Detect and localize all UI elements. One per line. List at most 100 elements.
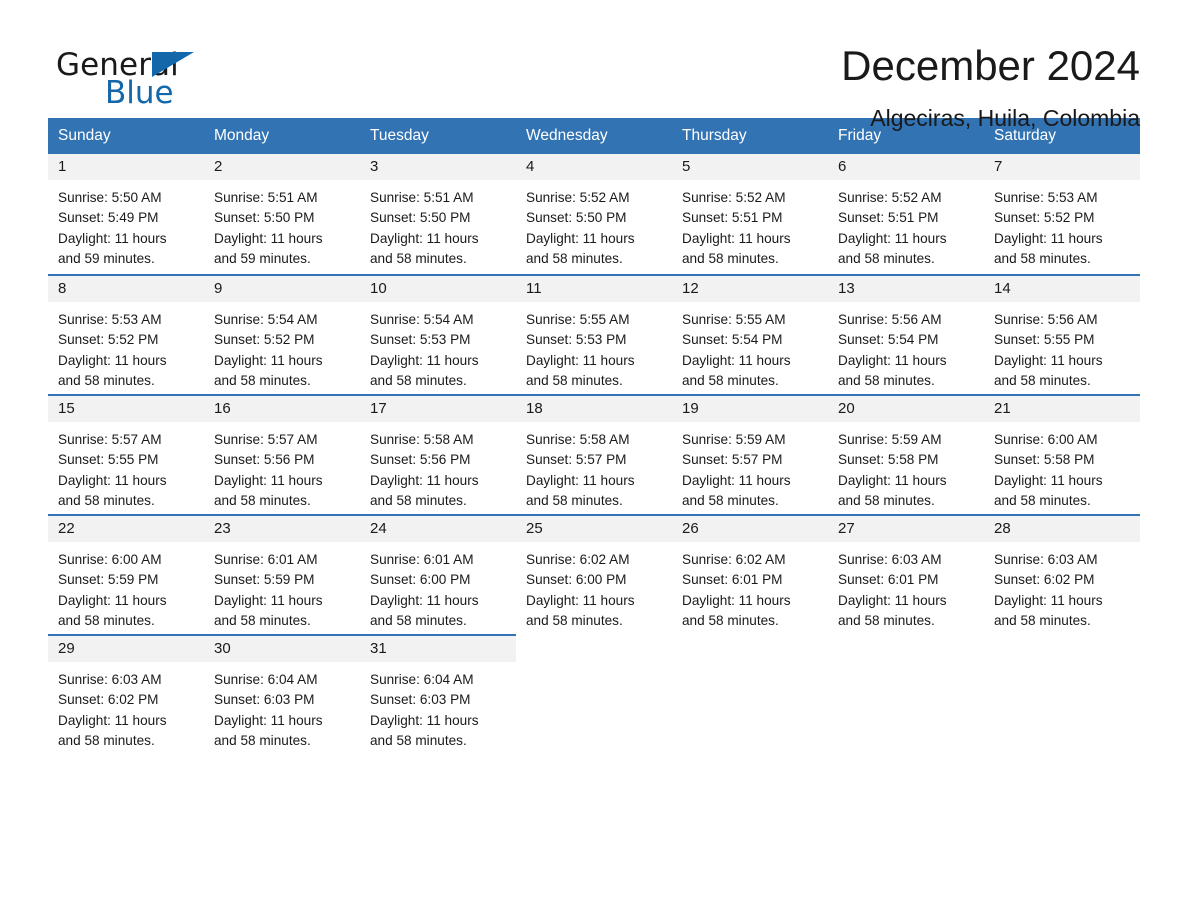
day-details: Sunrise: 5:51 AM Sunset: 5:50 PM Daylight:… xyxy=(360,180,516,269)
calendar-day[interactable]: 2 Sunrise: 5:51 AM Sunset: 5:50 PM Daylight… xyxy=(204,154,360,274)
sunrise-text: Sunrise: 5:55 AM xyxy=(526,312,630,327)
day-number xyxy=(828,636,984,662)
calendar-day-cell: 20 Sunrise: 5:59 AM Sunset: 5:58 PM Dayligh… xyxy=(828,394,984,514)
calendar-day[interactable]: 21 Sunrise: 6:00 AM Sunset: 5:58 PM Dayligh… xyxy=(984,394,1140,514)
calendar-day[interactable]: 15 Sunrise: 5:57 AM Sunset: 5:55 PM Dayligh… xyxy=(48,394,204,514)
daylight-text-line1: Daylight: 11 hours xyxy=(838,472,947,488)
calendar-day-cell: 8 Sunrise: 5:53 AM Sunset: 5:52 PM Daylight… xyxy=(48,274,204,394)
calendar-day-cell: 18 Sunrise: 5:58 AM Sunset: 5:57 PM Dayligh… xyxy=(516,394,672,514)
sunrise-text: Sunrise: 5:52 AM xyxy=(682,190,786,205)
calendar-day-cell: 17 Sunrise: 5:58 AM Sunset: 5:56 PM Dayligh… xyxy=(360,394,516,514)
sunrise-text: Sunrise: 5:59 AM xyxy=(682,432,786,447)
sunrise-text: Sunrise: 5:52 AM xyxy=(526,190,630,205)
daylight-text-line2: and 58 minutes. xyxy=(682,612,779,628)
calendar-day[interactable]: 29 Sunrise: 6:03 AM Sunset: 6:02 PM Dayligh… xyxy=(48,634,204,754)
sunrise-text: Sunrise: 6:01 AM xyxy=(370,552,474,567)
sunrise-text: Sunrise: 6:03 AM xyxy=(838,552,942,567)
calendar-day[interactable]: 28 Sunrise: 6:03 AM Sunset: 6:02 PM Dayligh… xyxy=(984,514,1140,634)
daylight-text-line2: and 58 minutes. xyxy=(526,372,623,388)
page-header: General Blue December 2024 Algeciras, Hu… xyxy=(48,0,1140,131)
day-details: Sunrise: 5:50 AM Sunset: 5:49 PM Daylight:… xyxy=(48,180,204,269)
sunset-text: Sunset: 5:59 PM xyxy=(214,572,315,588)
daylight-text-line1: Daylight: 11 hours xyxy=(370,352,479,368)
day-details: Sunrise: 5:55 AM Sunset: 5:54 PM Daylight:… xyxy=(672,302,828,391)
daylight-text-line2: and 58 minutes. xyxy=(370,612,467,628)
calendar-day[interactable]: 25 Sunrise: 6:02 AM Sunset: 6:00 PM Dayligh… xyxy=(516,514,672,634)
day-number: 3 xyxy=(360,154,516,180)
daylight-text-line1: Daylight: 11 hours xyxy=(838,230,947,246)
calendar-week-row: 1 Sunrise: 5:50 AM Sunset: 5:49 PM Daylight… xyxy=(48,154,1140,274)
calendar-day-cell: 21 Sunrise: 6:00 AM Sunset: 5:58 PM Dayligh… xyxy=(984,394,1140,514)
day-details: Sunrise: 5:54 AM Sunset: 5:52 PM Daylight:… xyxy=(204,302,360,391)
day-number: 13 xyxy=(828,276,984,302)
day-number: 15 xyxy=(48,396,204,422)
daylight-text-line2: and 58 minutes. xyxy=(994,372,1091,388)
sunset-text: Sunset: 5:52 PM xyxy=(214,332,315,348)
calendar-day[interactable]: 16 Sunrise: 5:57 AM Sunset: 5:56 PM Dayligh… xyxy=(204,394,360,514)
day-details: Sunrise: 6:01 AM Sunset: 6:00 PM Daylight:… xyxy=(360,542,516,631)
calendar-day[interactable]: 12 Sunrise: 5:55 AM Sunset: 5:54 PM Dayligh… xyxy=(672,274,828,394)
sunrise-text: Sunrise: 5:51 AM xyxy=(370,190,474,205)
sunset-text: Sunset: 5:57 PM xyxy=(526,452,627,468)
calendar-day[interactable]: 8 Sunrise: 5:53 AM Sunset: 5:52 PM Daylight… xyxy=(48,274,204,394)
calendar-day[interactable]: 18 Sunrise: 5:58 AM Sunset: 5:57 PM Dayligh… xyxy=(516,394,672,514)
calendar-day[interactable]: 7 Sunrise: 5:53 AM Sunset: 5:52 PM Daylight… xyxy=(984,154,1140,274)
page-title: December 2024 xyxy=(841,42,1140,89)
daylight-text-line1: Daylight: 11 hours xyxy=(526,472,635,488)
calendar-day[interactable]: 23 Sunrise: 6:01 AM Sunset: 5:59 PM Dayligh… xyxy=(204,514,360,634)
sunset-text: Sunset: 6:00 PM xyxy=(526,572,627,588)
day-details: Sunrise: 5:51 AM Sunset: 5:50 PM Daylight:… xyxy=(204,180,360,269)
daylight-text-line2: and 58 minutes. xyxy=(838,492,935,508)
daylight-text-line2: and 58 minutes. xyxy=(214,732,311,748)
calendar-day-cell: 4 Sunrise: 5:52 AM Sunset: 5:50 PM Daylight… xyxy=(516,154,672,274)
sunset-text: Sunset: 6:03 PM xyxy=(214,692,315,708)
day-number: 7 xyxy=(984,154,1140,180)
calendar-day[interactable]: 6 Sunrise: 5:52 AM Sunset: 5:51 PM Daylight… xyxy=(828,154,984,274)
calendar-day[interactable]: 26 Sunrise: 6:02 AM Sunset: 6:01 PM Dayligh… xyxy=(672,514,828,634)
calendar-day[interactable]: 14 Sunrise: 5:56 AM Sunset: 5:55 PM Dayligh… xyxy=(984,274,1140,394)
day-number: 6 xyxy=(828,154,984,180)
day-details: Sunrise: 6:01 AM Sunset: 5:59 PM Daylight:… xyxy=(204,542,360,631)
day-number: 5 xyxy=(672,154,828,180)
calendar-day[interactable]: 27 Sunrise: 6:03 AM Sunset: 6:01 PM Dayligh… xyxy=(828,514,984,634)
calendar-day[interactable]: 5 Sunrise: 5:52 AM Sunset: 5:51 PM Daylight… xyxy=(672,154,828,274)
day-details xyxy=(516,662,672,670)
calendar-day[interactable]: 1 Sunrise: 5:50 AM Sunset: 5:49 PM Daylight… xyxy=(48,154,204,274)
calendar-day[interactable]: 4 Sunrise: 5:52 AM Sunset: 5:50 PM Daylight… xyxy=(516,154,672,274)
calendar-day[interactable]: 31 Sunrise: 6:04 AM Sunset: 6:03 PM Dayligh… xyxy=(360,634,516,754)
calendar-day[interactable]: 3 Sunrise: 5:51 AM Sunset: 5:50 PM Daylight… xyxy=(360,154,516,274)
calendar-day-cell: 3 Sunrise: 5:51 AM Sunset: 5:50 PM Daylight… xyxy=(360,154,516,274)
calendar-day[interactable]: 11 Sunrise: 5:55 AM Sunset: 5:53 PM Dayligh… xyxy=(516,274,672,394)
calendar-day[interactable]: 17 Sunrise: 5:58 AM Sunset: 5:56 PM Dayligh… xyxy=(360,394,516,514)
calendar-day[interactable]: 22 Sunrise: 6:00 AM Sunset: 5:59 PM Dayligh… xyxy=(48,514,204,634)
calendar-day[interactable]: 13 Sunrise: 5:56 AM Sunset: 5:54 PM Dayligh… xyxy=(828,274,984,394)
sunset-text: Sunset: 5:52 PM xyxy=(58,332,159,348)
daylight-text-line1: Daylight: 11 hours xyxy=(370,472,479,488)
daylight-text-line2: and 59 minutes. xyxy=(58,250,155,266)
calendar-day[interactable]: 10 Sunrise: 5:54 AM Sunset: 5:53 PM Dayligh… xyxy=(360,274,516,394)
sunrise-text: Sunrise: 6:02 AM xyxy=(682,552,786,567)
sunset-text: Sunset: 5:50 PM xyxy=(526,210,627,226)
sunrise-text: Sunrise: 6:04 AM xyxy=(214,672,318,687)
calendar-day-cell: 9 Sunrise: 5:54 AM Sunset: 5:52 PM Daylight… xyxy=(204,274,360,394)
day-details: Sunrise: 6:04 AM Sunset: 6:03 PM Daylight:… xyxy=(360,662,516,751)
calendar-day[interactable]: 20 Sunrise: 5:59 AM Sunset: 5:58 PM Dayligh… xyxy=(828,394,984,514)
calendar-day-cell: 24 Sunrise: 6:01 AM Sunset: 6:00 PM Dayligh… xyxy=(360,514,516,634)
calendar-day[interactable]: 19 Sunrise: 5:59 AM Sunset: 5:57 PM Dayligh… xyxy=(672,394,828,514)
calendar-day-cell: 31 Sunrise: 6:04 AM Sunset: 6:03 PM Dayligh… xyxy=(360,634,516,754)
sunset-text: Sunset: 5:56 PM xyxy=(214,452,315,468)
sunset-text: Sunset: 5:58 PM xyxy=(838,452,939,468)
calendar-day[interactable]: 30 Sunrise: 6:04 AM Sunset: 6:03 PM Dayligh… xyxy=(204,634,360,754)
calendar-day-cell: 10 Sunrise: 5:54 AM Sunset: 5:53 PM Dayligh… xyxy=(360,274,516,394)
calendar-day[interactable]: 24 Sunrise: 6:01 AM Sunset: 6:00 PM Dayligh… xyxy=(360,514,516,634)
calendar-day[interactable]: 9 Sunrise: 5:54 AM Sunset: 5:52 PM Daylight… xyxy=(204,274,360,394)
day-details: Sunrise: 5:52 AM Sunset: 5:50 PM Daylight:… xyxy=(516,180,672,269)
sunrise-text: Sunrise: 5:59 AM xyxy=(838,432,942,447)
daylight-text-line1: Daylight: 11 hours xyxy=(58,592,167,608)
day-number: 9 xyxy=(204,276,360,302)
day-number: 10 xyxy=(360,276,516,302)
daylight-text-line2: and 58 minutes. xyxy=(838,250,935,266)
sunrise-text: Sunrise: 5:51 AM xyxy=(214,190,318,205)
sunrise-text: Sunrise: 6:03 AM xyxy=(994,552,1098,567)
general-blue-logo[interactable]: General Blue xyxy=(48,42,208,112)
